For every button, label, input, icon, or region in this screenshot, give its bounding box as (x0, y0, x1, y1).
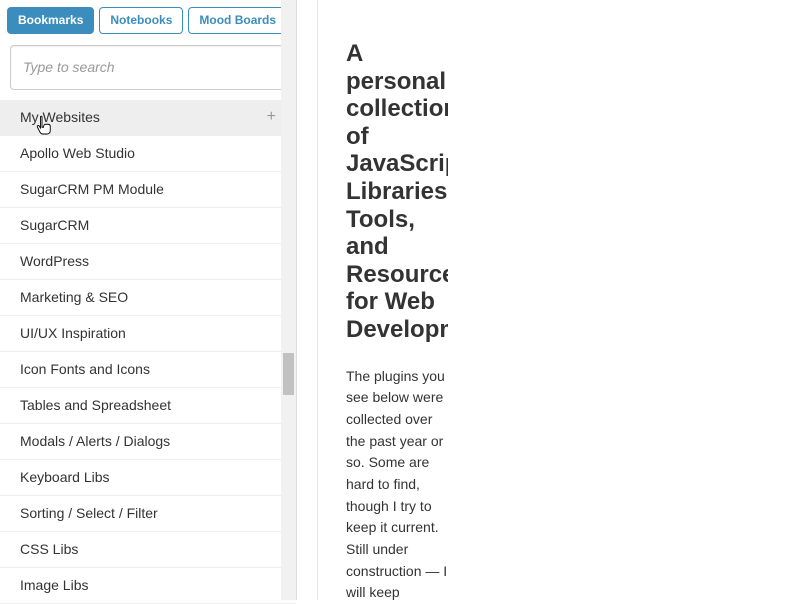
sidebar-item[interactable]: WordPress (0, 244, 296, 280)
sidebar: Bookmarks Notebooks Mood Boards My Websi… (0, 0, 297, 600)
tab-notebooks[interactable]: Notebooks (99, 7, 183, 34)
sidebar-item-label: Apollo Web Studio (20, 145, 135, 161)
sidebar-item[interactable]: Modals / Alerts / Dialogs (0, 424, 296, 460)
sidebar-item-label: Sorting / Select / Filter (20, 505, 158, 521)
sidebar-item[interactable]: Sorting / Select / Filter (0, 496, 296, 532)
tab-moodboards[interactable]: Mood Boards (188, 7, 287, 34)
sidebar-item[interactable]: SugarCRM PM Module (0, 172, 296, 208)
sidebar-item-my-websites[interactable]: My Websites + (0, 100, 296, 136)
sidebar-item[interactable]: SugarCRM (0, 208, 296, 244)
scrollbar-track[interactable] (281, 0, 296, 600)
tab-bookmarks[interactable]: Bookmarks (7, 7, 94, 34)
panel-gap (297, 0, 317, 600)
sidebar-item-label: My Websites (20, 109, 100, 125)
sidebar-list: My Websites + Apollo Web Studio SugarCRM… (0, 100, 296, 604)
search-container (0, 41, 296, 100)
sidebar-item[interactable]: Keyboard Libs (0, 460, 296, 496)
page-body: The plugins you see below were collected… (346, 366, 448, 600)
sidebar-item-label: Keyboard Libs (20, 469, 110, 485)
sidebar-item-label: WordPress (20, 253, 89, 269)
scrollbar-thumb[interactable] (283, 353, 294, 395)
sidebar-item[interactable]: Image Libs (0, 568, 296, 604)
sidebar-item-label: Marketing & SEO (20, 289, 128, 305)
sidebar-item[interactable]: Apollo Web Studio (0, 136, 296, 172)
blank-region (448, 0, 800, 600)
sidebar-item-label: Image Libs (20, 577, 88, 593)
sidebar-item[interactable]: Marketing & SEO (0, 280, 296, 316)
sidebar-item-label: UI/UX Inspiration (20, 325, 126, 341)
sidebar-item-label: SugarCRM (20, 217, 89, 233)
sidebar-item-label: CSS Libs (20, 541, 78, 557)
sidebar-item[interactable]: Icon Fonts and Icons (0, 352, 296, 388)
page-title: A personal collection of JavaScript Libr… (346, 40, 448, 344)
sidebar-item[interactable]: CSS Libs (0, 532, 296, 568)
sidebar-item-label: Modals / Alerts / Dialogs (20, 433, 170, 449)
sidebar-item[interactable]: UI/UX Inspiration (0, 316, 296, 352)
sidebar-item-label: Icon Fonts and Icons (20, 361, 150, 377)
tab-row: Bookmarks Notebooks Mood Boards (0, 0, 296, 41)
sidebar-item-label: Tables and Spreadsheet (20, 397, 171, 413)
sidebar-item-label: SugarCRM PM Module (20, 181, 164, 197)
main-content: A personal collection of JavaScript Libr… (317, 0, 448, 600)
plus-icon[interactable]: + (267, 108, 276, 126)
search-input[interactable] (10, 45, 286, 90)
sidebar-item[interactable]: Tables and Spreadsheet (0, 388, 296, 424)
